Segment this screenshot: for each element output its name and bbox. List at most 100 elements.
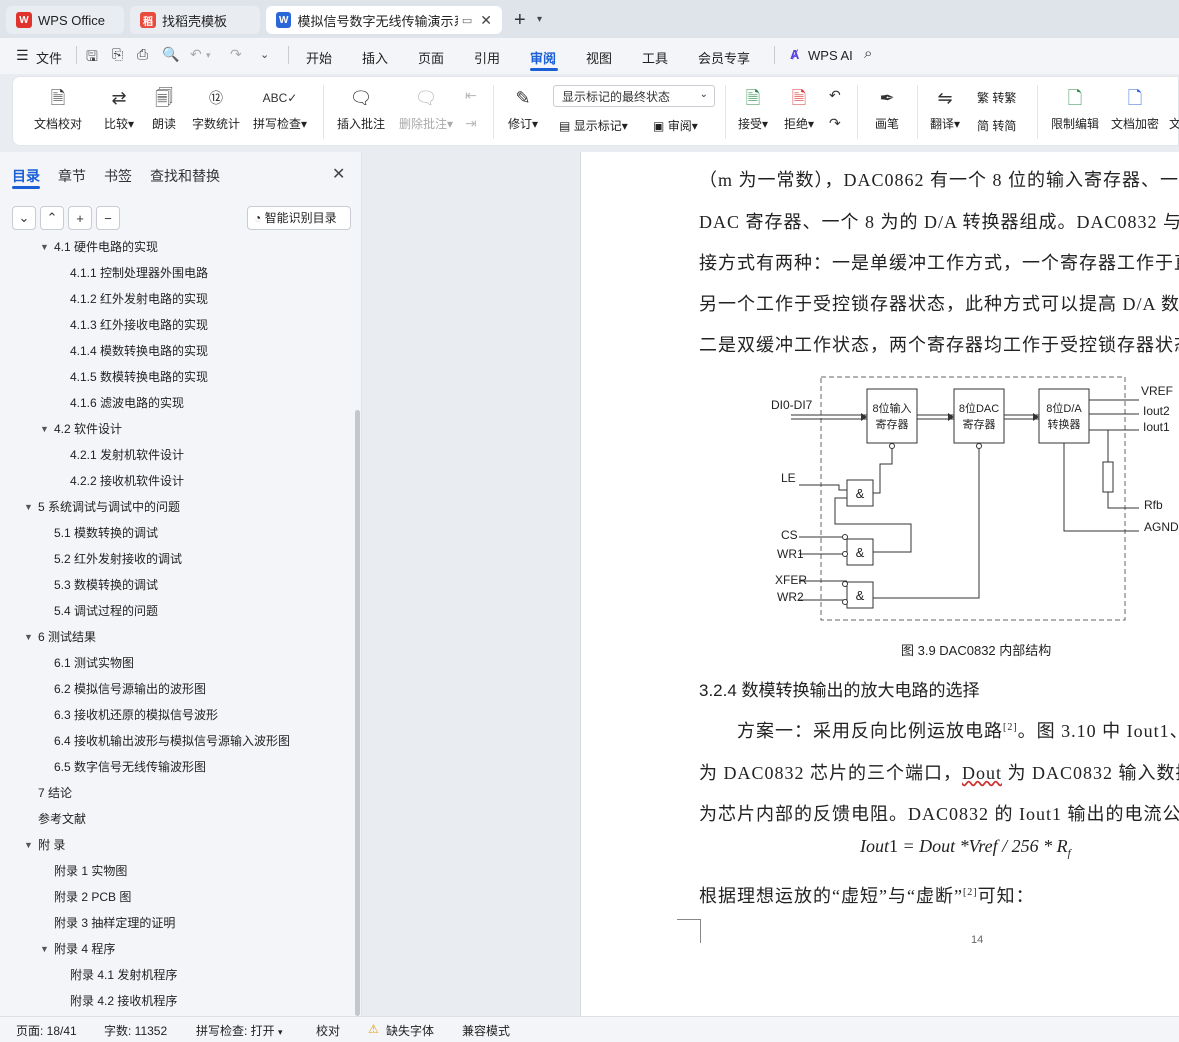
expand-toggle-icon[interactable]: ▼ [40, 424, 49, 434]
toc-item[interactable]: 6.2 模拟信号源输出的波形图 [54, 678, 206, 700]
toc-item[interactable]: 附录 1 实物图 [54, 860, 127, 882]
toc-item[interactable]: 4.1 硬件电路的实现 [54, 240, 158, 258]
hamburger-icon[interactable]: ☰ [16, 47, 29, 64]
chevron-down-icon[interactable]: ▾ [206, 50, 211, 61]
toc-item[interactable]: 附录 3 抽样定理的证明 [54, 912, 175, 934]
toc-item[interactable]: 6.1 测试实物图 [54, 652, 134, 674]
reject-button[interactable]: 🗎 拒绝▾ [779, 85, 819, 132]
toc-item[interactable]: 5.4 调试过程的问题 [54, 600, 158, 622]
toc-item[interactable]: 7 结论 [38, 782, 72, 804]
page-indicator[interactable]: 页面: 18/41 [16, 1022, 77, 1039]
save-icon[interactable]: 🖫 [86, 46, 98, 70]
expand-toggle-icon[interactable]: ▼ [40, 242, 49, 252]
to-simplified-button[interactable]: 简 转简 [977, 117, 1016, 134]
toc-item[interactable]: 附录 4.1 发射机程序 [70, 964, 177, 986]
toc-item[interactable]: 4.1.5 数模转换电路的实现 [70, 366, 208, 388]
read-aloud-button[interactable]: 🗐 朗读 [149, 85, 179, 132]
menu-insert[interactable]: 插入 [362, 48, 388, 67]
tab-find-replace[interactable]: 查找和替换 [150, 166, 220, 186]
toc-item[interactable]: 4.1.6 滤波电路的实现 [70, 392, 184, 414]
tab-bookmarks[interactable]: 书签 [104, 166, 132, 186]
word-count-button[interactable]: ⑫ 字数统计 [191, 85, 241, 132]
expand-toggle-icon[interactable]: ▼ [24, 632, 33, 642]
encrypt-button[interactable]: 🗋 文档加密 [1107, 85, 1163, 132]
toc-item[interactable]: 5.2 红外发射接收的调试 [54, 548, 182, 570]
smart-toc-button[interactable]: ◔ 智能识别目录 [247, 206, 351, 230]
close-pane-icon[interactable]: ✕ [332, 164, 345, 184]
toc-item[interactable]: 4.1.2 红外发射电路的实现 [70, 288, 208, 310]
proofread-button[interactable]: 🗎 文档校对 [29, 85, 87, 132]
spell-check-button[interactable]: ABC✓ 拼写检查▾ [251, 85, 309, 132]
expand-toggle-icon[interactable]: ▼ [24, 840, 33, 850]
compare-button[interactable]: ⇄ 比较▾ [99, 85, 139, 132]
toc-item[interactable]: 6.4 接收机输出波形与模拟信号源输入波形图 [54, 730, 290, 752]
toc-item[interactable]: 4.2 软件设计 [54, 418, 122, 440]
menu-view[interactable]: 视图 [586, 48, 612, 67]
toc-item[interactable]: 4.1.1 控制处理器外围电路 [70, 262, 208, 284]
menu-references[interactable]: 引用 [474, 48, 500, 67]
toc-item[interactable]: 4.2.2 接收机软件设计 [70, 470, 184, 492]
menu-page[interactable]: 页面 [418, 48, 444, 67]
tab-docer-templates[interactable]: 稻 找稻壳模板 [130, 6, 260, 34]
toc-scrollbar[interactable] [355, 410, 360, 1016]
missing-font-status[interactable]: 缺失字体 [386, 1022, 434, 1039]
new-tab-icon[interactable]: + [514, 9, 526, 32]
toc-item[interactable]: 4.2.1 发射机软件设计 [70, 444, 184, 466]
menu-wps-ai[interactable]: WPS AI [808, 48, 853, 63]
redo-icon[interactable]: ↷ [230, 46, 242, 63]
delete-comment-button[interactable]: 🗨 删除批注▾ [395, 85, 457, 132]
restrict-edit-button[interactable]: 🗋 限制编辑 [1047, 85, 1103, 132]
menu-review[interactable]: 审阅 [530, 48, 556, 67]
undo-icon[interactable]: ↶ [190, 46, 202, 63]
spell-check-toggle[interactable]: 拼写检查: 打开 ▾ [196, 1022, 283, 1039]
prev-comment-icon[interactable]: ⇤ [465, 87, 477, 104]
toc-item[interactable]: 6.3 接收机还原的模拟信号波形 [54, 704, 218, 726]
next-comment-icon[interactable]: ⇥ [465, 115, 477, 132]
tab-sections[interactable]: 章节 [58, 166, 86, 186]
print-icon[interactable]: ⎙ [137, 46, 148, 63]
review-pane-button[interactable]: ▣ 审阅▾ [653, 117, 698, 134]
toc-item[interactable]: 4.1.4 模数转换电路的实现 [70, 340, 208, 362]
collapse-all-button[interactable]: ⌄ [12, 206, 36, 230]
toc-item[interactable]: 附 录 [38, 834, 65, 856]
menu-home[interactable]: 开始 [306, 48, 332, 67]
search-icon[interactable]: ⌕ [864, 45, 872, 62]
prev-change-icon[interactable]: ↶ [829, 87, 841, 104]
to-traditional-button[interactable]: 繁 转繁 [977, 89, 1016, 106]
toc-item[interactable]: 附录 2 PCB 图 [54, 886, 131, 908]
expand-up-button[interactable]: ⌃ [40, 206, 64, 230]
accept-button[interactable]: 🗎 接受▾ [733, 85, 773, 132]
toc-item[interactable]: 附录 4.2 接收机程序 [70, 990, 177, 1012]
expand-toggle-icon[interactable]: ▼ [24, 502, 33, 512]
close-tab-icon[interactable]: ✕ [480, 12, 492, 29]
track-changes-button[interactable]: ✎ 修订▾ [503, 85, 543, 132]
chevron-down-icon[interactable]: ▾ [537, 14, 542, 25]
translate-button[interactable]: ⇋ 翻译▾ [925, 85, 965, 132]
toc-item[interactable]: 5.1 模数转换的调试 [54, 522, 158, 544]
pen-button[interactable]: ✒ 画笔 [869, 85, 905, 132]
remove-heading-button[interactable]: − [96, 206, 120, 230]
share-icon[interactable]: ⎘ [112, 46, 123, 63]
tab-toc[interactable]: 目录 [12, 166, 40, 186]
menu-membership[interactable]: 会员专享 [698, 48, 750, 67]
toc-item[interactable]: 6.5 数字信号无线传输波形图 [54, 756, 206, 778]
markup-state-select[interactable]: 显示标记的最终状态 ⌄ [553, 85, 715, 107]
proofread-status[interactable]: 校对 [316, 1022, 340, 1039]
toc-item[interactable]: 6 测试结果 [38, 626, 96, 648]
word-count-indicator[interactable]: 字数: 11352 [104, 1022, 167, 1039]
toc-item[interactable]: 参考文献 [38, 808, 86, 830]
menu-tools[interactable]: 工具 [642, 48, 668, 67]
next-change-icon[interactable]: ↷ [829, 115, 841, 132]
menu-file[interactable]: 文件 [36, 48, 62, 67]
expand-toggle-icon[interactable]: ▼ [40, 944, 49, 954]
add-heading-button[interactable]: + [68, 206, 92, 230]
tab-document[interactable]: W 模拟信号数字无线传输演示系 ▭ ✕ [266, 6, 502, 34]
toc-item[interactable]: 5.3 数模转换的调试 [54, 574, 158, 596]
toc-item[interactable]: 4.1.3 红外接收电路的实现 [70, 314, 208, 336]
tab-wps-office[interactable]: W WPS Office [6, 6, 124, 34]
more-button[interactable]: 文 [1169, 85, 1179, 132]
print-preview-icon[interactable]: 🔍 [162, 46, 179, 63]
toc-item[interactable]: 5 系统调试与调试中的问题 [38, 496, 180, 518]
insert-comment-button[interactable]: 🗨 插入批注 [335, 85, 387, 132]
toc-item[interactable]: 附录 4 程序 [54, 938, 115, 960]
